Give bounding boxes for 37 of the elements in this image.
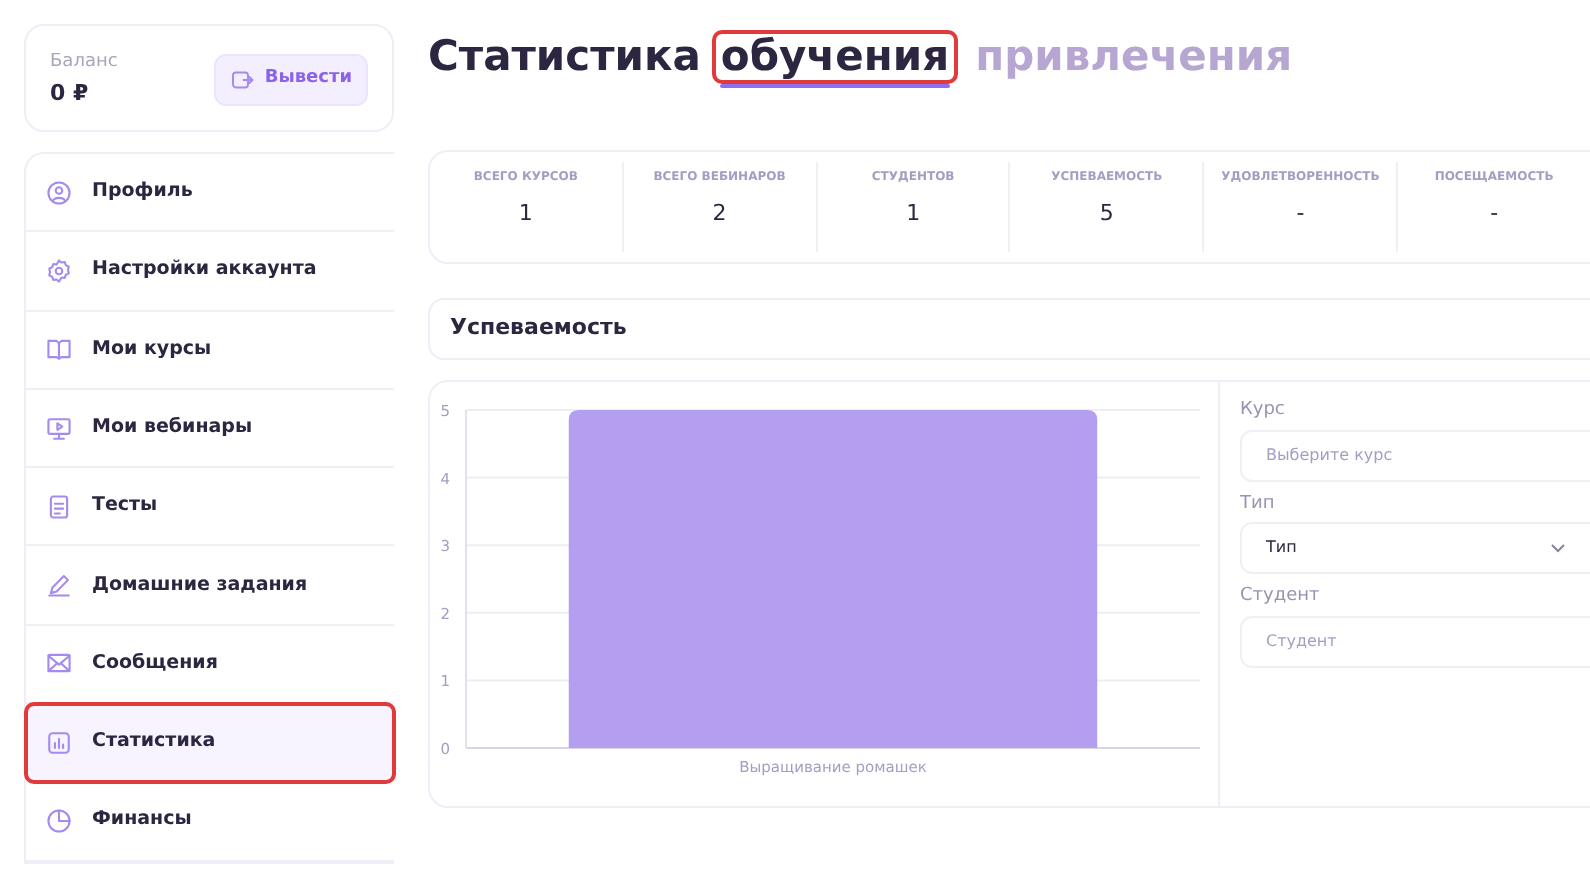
bar-chart-icon (46, 729, 72, 756)
input-field[interactable]: Выберите курс (1240, 429, 1590, 481)
view-tab[interactable]: обучения (714, 32, 956, 83)
page-title: Статистика (428, 32, 701, 83)
pen-icon (46, 572, 72, 599)
monitor-play-icon (46, 415, 72, 442)
document-icon (46, 493, 72, 520)
sidebar-item[interactable]: Настройки аккаунта (26, 232, 394, 312)
balance-label: Баланс (50, 50, 118, 76)
envelope-icon (46, 650, 72, 677)
stat-value: - (1294, 198, 1307, 230)
pie-chart-icon (46, 808, 72, 835)
chevron-down-icon (1550, 542, 1566, 554)
stat-value: 5 (1097, 198, 1116, 230)
stat-value: 1 (516, 198, 535, 230)
balance-amount: 0 ₽ (50, 77, 91, 109)
sidebar-item[interactable]: Статистика (26, 704, 394, 783)
field-label: Курс (1240, 398, 1287, 424)
sidebar-item[interactable]: Мои вебинары (26, 389, 394, 469)
sidebar-item[interactable]: Тесты (26, 468, 394, 547)
select-field[interactable]: Тип (1240, 522, 1590, 574)
sidebar-item[interactable]: Мои курсы (26, 311, 394, 390)
book-icon (46, 336, 72, 363)
withdraw-button[interactable]: Вывести (214, 54, 368, 106)
stat-value: - (1488, 198, 1501, 230)
sidebar-item[interactable]: Домашние задания (26, 546, 394, 626)
wallet-icon (230, 68, 255, 92)
section-title: Успеваемость (428, 298, 1590, 360)
user-circle-icon (46, 179, 72, 206)
input-field[interactable]: Студент (1240, 615, 1590, 667)
stat-value: 2 (710, 198, 729, 230)
sidebar-item[interactable]: Профиль (26, 154, 394, 233)
stat-value: 1 (904, 198, 923, 230)
gear-icon (46, 257, 72, 284)
sidebar-item[interactable]: Финансы (26, 782, 394, 862)
field-label: Студент (1240, 584, 1322, 610)
field-label: Тип (1240, 491, 1277, 517)
